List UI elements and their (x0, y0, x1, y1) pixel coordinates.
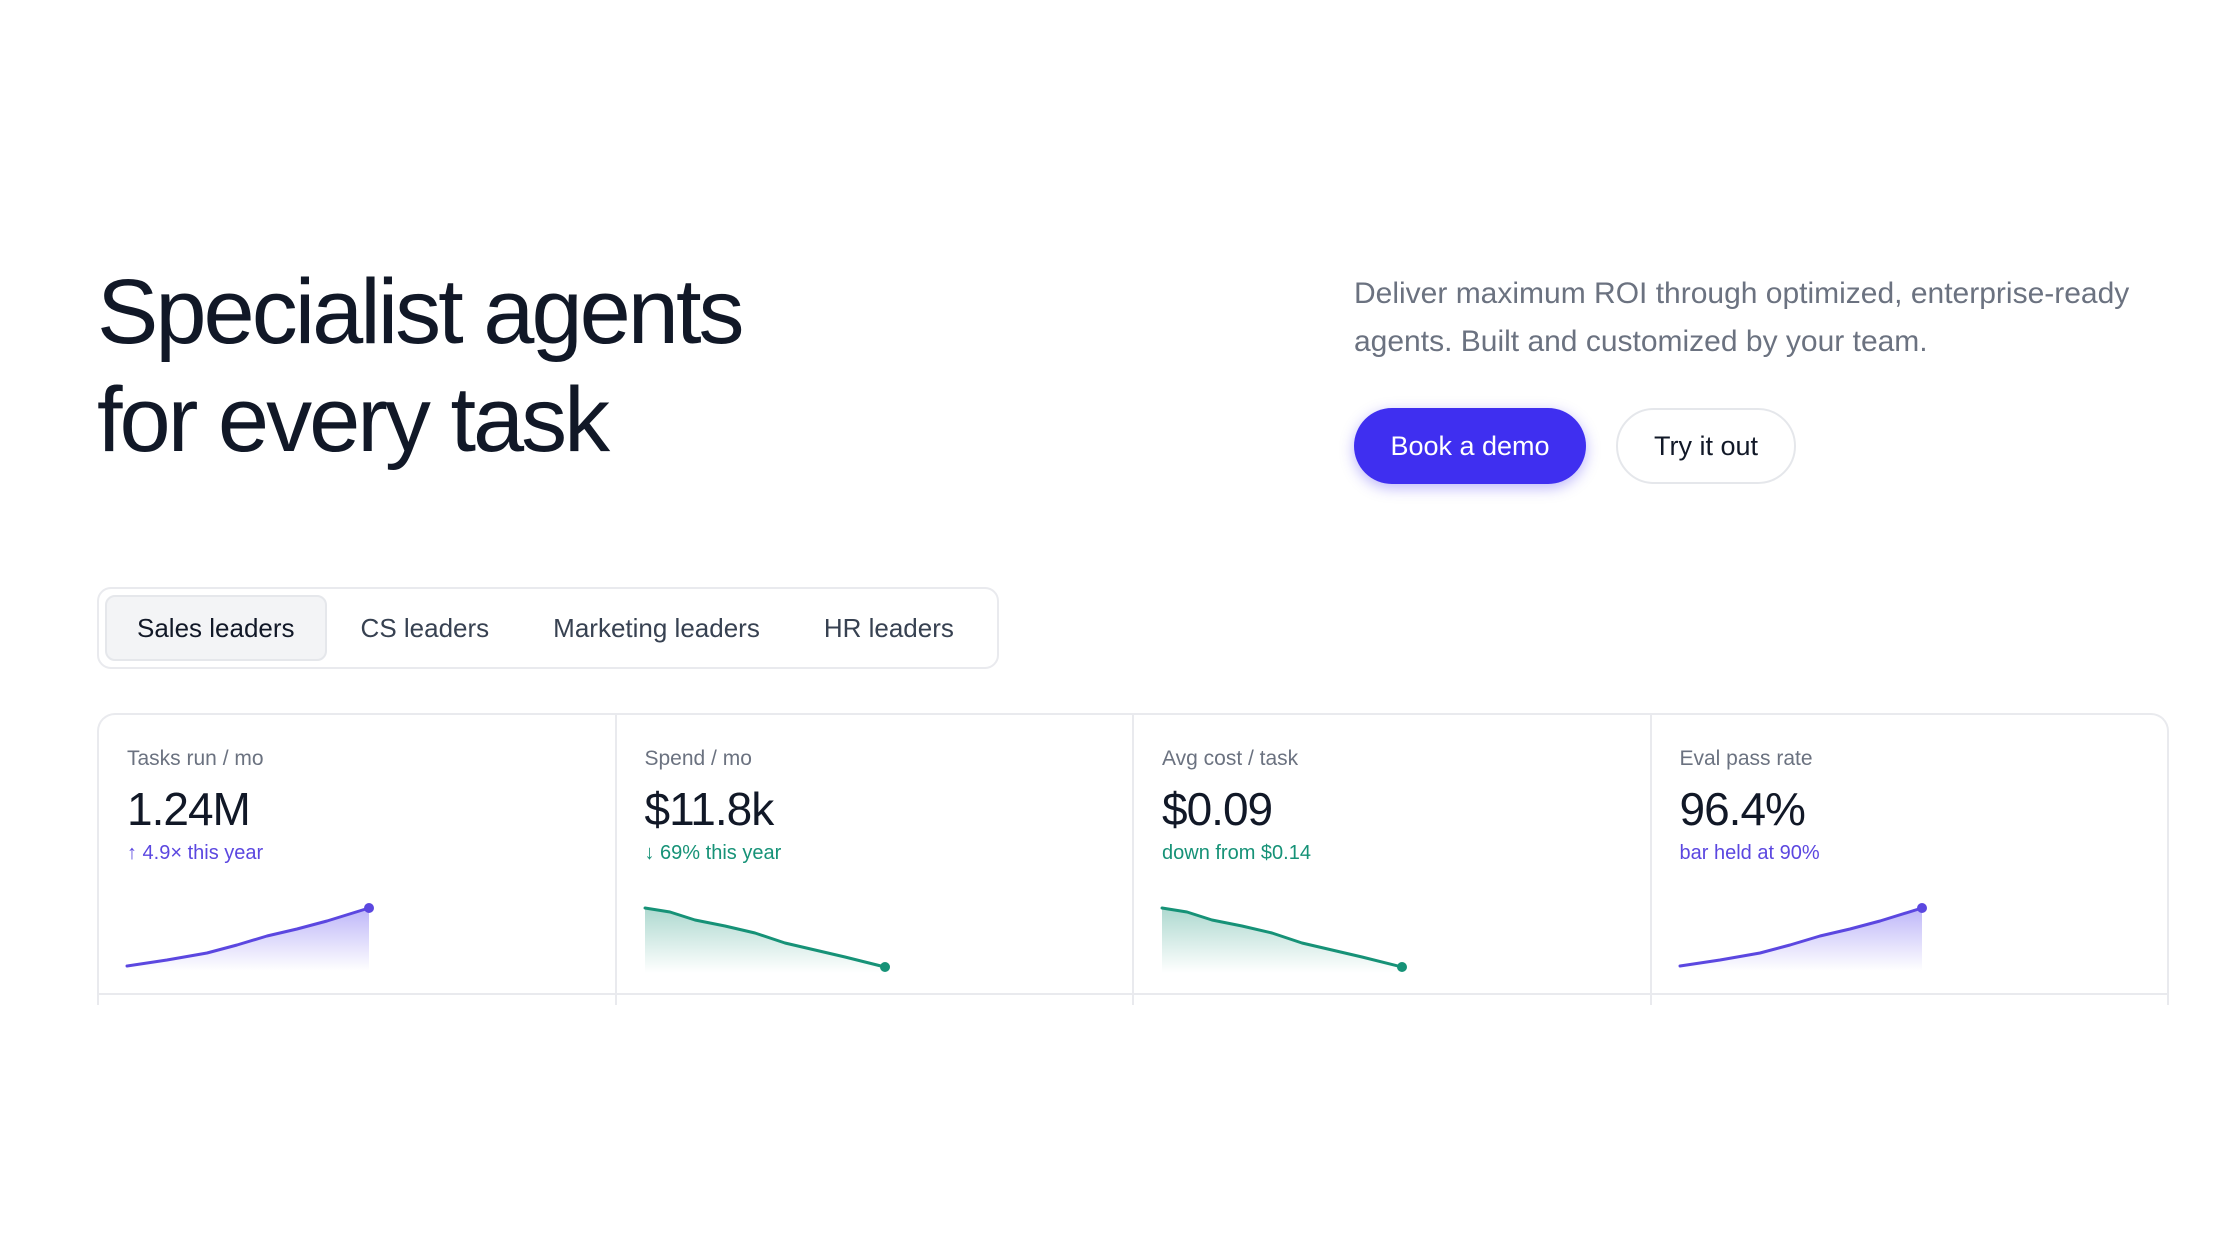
metric-value: $0.09 (1162, 783, 1273, 835)
metric-label: Eval pass rate (1679, 747, 1813, 770)
sparkline-down (1160, 906, 1407, 973)
hero-title-line-1: Specialist agents (97, 261, 745, 363)
sparkline-up (1678, 903, 1927, 971)
metrics-panel: Tasks run / mo 1.24M ↑ 4.9× this year Sp… (97, 713, 2169, 1005)
tab-hr-leaders[interactable]: HR leaders (794, 595, 984, 661)
sparkline-end-dot (364, 903, 374, 913)
metric-delta: ↓ 69% this year (644, 842, 782, 864)
metric-spend: Spend / mo $11.8k ↓ 69% this year (617, 715, 1134, 1005)
cta-row: Book a demo Try it out (1354, 408, 1796, 484)
sparkline-down (643, 906, 890, 973)
sparkline-end-dot (1397, 962, 1407, 972)
metric-label: Avg cost / task (1162, 747, 1299, 770)
metric-delta: down from $0.14 (1162, 842, 1311, 864)
hero-subtitle: Deliver maximum ROI through optimized, e… (1354, 277, 2130, 358)
page: Specialist agents for every task Deliver… (0, 0, 2240, 1260)
sparkline-area (644, 908, 885, 973)
tab-marketing-leaders[interactable]: Marketing leaders (523, 595, 790, 661)
sparkline-end-dot (879, 962, 890, 972)
metric-label: Spend / mo (644, 747, 752, 770)
metric-value: 1.24M (127, 783, 251, 835)
sparkline-up (125, 903, 374, 971)
metric-label: Tasks run / mo (127, 747, 264, 770)
metric-value: $11.8k (644, 783, 775, 835)
metric-delta: ↑ 4.9× this year (127, 842, 264, 864)
sparkline-area (1162, 908, 1402, 973)
try-it-out-button[interactable]: Try it out (1616, 408, 1796, 484)
tab-cs-leaders[interactable]: CS leaders (331, 595, 520, 661)
metric-tasks-run: Tasks run / mo 1.24M ↑ 4.9× this year (99, 715, 617, 1005)
tab-sales-leaders[interactable]: Sales leaders (105, 595, 327, 661)
metrics-divider (97, 993, 2169, 995)
book-demo-button[interactable]: Book a demo (1354, 408, 1586, 484)
metric-eval-pass-rate: Eval pass rate 96.4% bar held at 90% (1652, 715, 2168, 1005)
sparkline-end-dot (1916, 903, 1927, 913)
hero-title-line-2: for every task (97, 369, 610, 471)
audience-tabs: Sales leaders CS leaders Marketing leade… (97, 587, 999, 669)
metric-delta: bar held at 90% (1679, 842, 1820, 864)
metric-value: 96.4% (1679, 783, 1806, 835)
metric-avg-cost: Avg cost / task $0.09 down from $0.14 (1134, 715, 1652, 1005)
hero-title: Specialist agents for every task (97, 258, 917, 474)
